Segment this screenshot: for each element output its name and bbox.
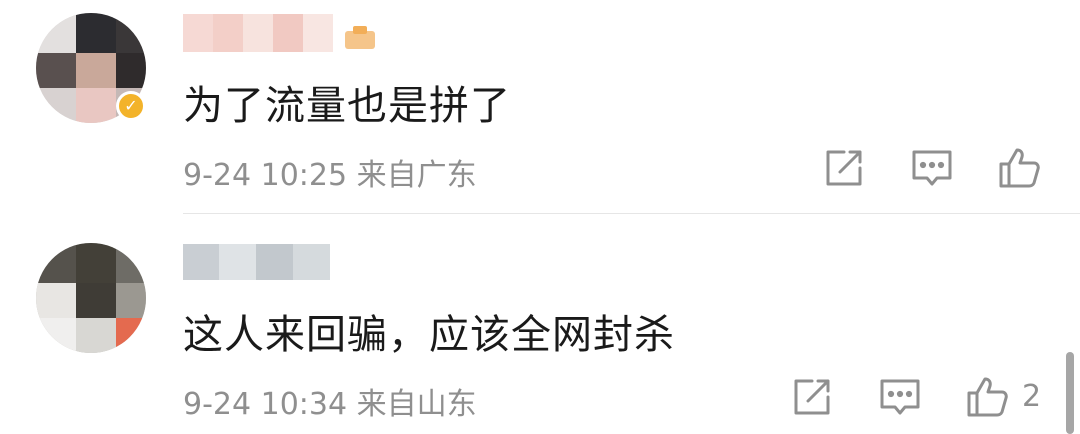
- comment-meta: 9-24 10:25 来自广东: [183, 158, 477, 193]
- user-level-badge-icon: [343, 25, 377, 51]
- scrollbar[interactable]: [1066, 352, 1074, 434]
- share-icon[interactable]: [822, 146, 866, 190]
- like-count: 2: [1022, 379, 1042, 414]
- comment-item: 这人来回骗，应该全网封杀 9-24 10:34 来自山东 2: [0, 214, 1080, 434]
- comment-meta: 9-24 10:34 来自山东: [183, 387, 477, 422]
- comment-text: 这人来回骗，应该全网封杀: [183, 312, 675, 358]
- avatar[interactable]: [36, 243, 146, 353]
- username-blurred[interactable]: [183, 14, 333, 52]
- thumbs-up-icon[interactable]: [965, 375, 1009, 419]
- comment-item: ✓ 为了流量也是拼了 9-24 10:25 来自广东: [0, 0, 1080, 213]
- verified-badge-icon: ✓: [116, 91, 146, 121]
- thumbs-up-icon[interactable]: [997, 146, 1041, 190]
- share-icon[interactable]: [790, 375, 834, 419]
- comment-text: 为了流量也是拼了: [183, 83, 511, 129]
- comment-icon[interactable]: [910, 146, 954, 190]
- username-blurred[interactable]: [183, 244, 330, 280]
- comment-icon[interactable]: [878, 375, 922, 419]
